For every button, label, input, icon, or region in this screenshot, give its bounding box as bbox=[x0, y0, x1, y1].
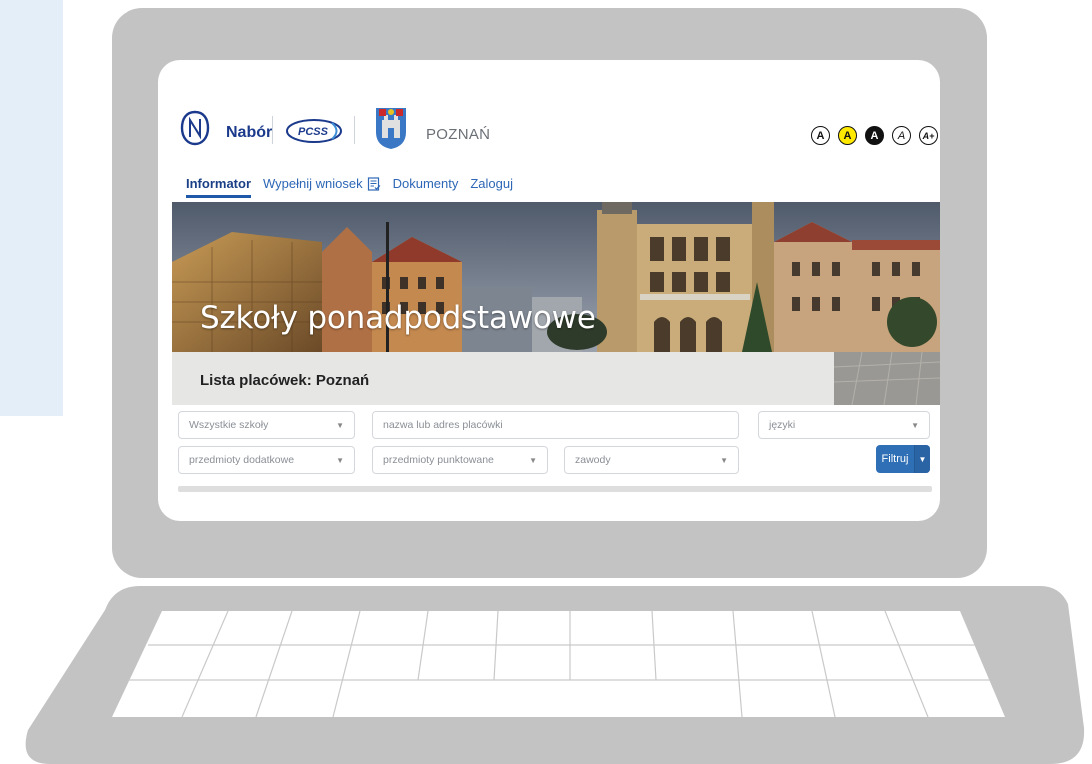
divider bbox=[272, 116, 273, 144]
nav-wypelnij-wniosek[interactable]: Wypełnij wniosek bbox=[263, 176, 381, 195]
filter-button[interactable]: Filtruj ▼ bbox=[876, 445, 930, 473]
languages-select-value: języki bbox=[769, 419, 796, 431]
nav-dokumenty[interactable]: Dokumenty bbox=[393, 176, 459, 195]
nav-label: Informator bbox=[186, 176, 251, 191]
hero-banner: Szkoły ponadpodstawowe Lista placówek: P… bbox=[172, 202, 940, 405]
extra-subjects-select[interactable]: przedmioty dodatkowe ▼ bbox=[178, 446, 355, 474]
hero-subtitle: Lista placówek: Poznań bbox=[200, 372, 370, 389]
brand-name[interactable]: Nabór bbox=[226, 124, 272, 142]
laptop-screen: Nabór PCSS POZNAŃ A A A A A+ Informator … bbox=[158, 60, 940, 521]
dropdown-caret-icon: ▼ bbox=[529, 455, 537, 465]
filter-dropdown-toggle[interactable]: ▼ bbox=[914, 445, 930, 473]
search-input-placeholder: nazwa lub adres placówki bbox=[383, 419, 503, 431]
nav-label: Dokumenty bbox=[392, 176, 459, 191]
document-form-icon bbox=[367, 176, 381, 191]
nabor-logo-icon[interactable] bbox=[180, 110, 210, 146]
nav-informator[interactable]: Informator bbox=[186, 176, 251, 198]
dropdown-caret-icon: ▼ bbox=[720, 455, 728, 465]
professions-select[interactable]: zawody ▼ bbox=[564, 446, 739, 474]
stage: Nabór PCSS POZNAŃ A A A A A+ Informator … bbox=[0, 0, 1092, 764]
dropdown-caret-icon: ▼ bbox=[336, 455, 344, 465]
font-size-increase-button[interactable]: A+ bbox=[919, 126, 938, 145]
scored-subjects-select[interactable]: przedmioty punktowane ▼ bbox=[372, 446, 548, 474]
dropdown-caret-icon: ▼ bbox=[336, 420, 344, 430]
site-header: Nabór PCSS POZNAŃ A A A A A+ bbox=[158, 106, 940, 156]
languages-select[interactable]: języki ▼ bbox=[758, 411, 930, 439]
pcss-logo[interactable]: PCSS bbox=[285, 118, 343, 144]
school-type-select-value: Wszystkie szkoły bbox=[189, 419, 269, 431]
scored-subjects-select-value: przedmioty punktowane bbox=[383, 454, 494, 466]
nav-zaloguj[interactable]: Zaloguj bbox=[470, 176, 513, 195]
poznan-crest-icon bbox=[376, 108, 406, 149]
main-nav: Informator Wypełnij wniosek Dokumenty Za… bbox=[186, 176, 513, 200]
search-input[interactable]: nazwa lub adres placówki bbox=[372, 411, 739, 439]
filter-button-label: Filtruj bbox=[881, 453, 909, 465]
results-divider-bar bbox=[178, 486, 932, 492]
contrast-yellow-button[interactable]: A bbox=[838, 126, 857, 145]
city-name: POZNAŃ bbox=[426, 126, 491, 143]
professions-select-value: zawody bbox=[575, 454, 611, 466]
pcss-logo-text: PCSS bbox=[298, 126, 329, 138]
contrast-default-button[interactable]: A bbox=[811, 126, 830, 145]
hero-title: Szkoły ponadpodstawowe bbox=[200, 300, 596, 336]
school-type-select[interactable]: Wszystkie szkoły ▼ bbox=[178, 411, 355, 439]
nav-label: Zaloguj bbox=[470, 176, 513, 191]
extra-subjects-select-value: przedmioty dodatkowe bbox=[189, 454, 295, 466]
nav-label: Wypełnij wniosek bbox=[263, 176, 363, 191]
dropdown-caret-icon: ▼ bbox=[911, 420, 919, 430]
accessibility-controls: A A A A A+ bbox=[811, 126, 938, 145]
contrast-black-button[interactable]: A bbox=[865, 126, 884, 145]
divider bbox=[354, 116, 355, 144]
font-style-button[interactable]: A bbox=[892, 126, 911, 145]
